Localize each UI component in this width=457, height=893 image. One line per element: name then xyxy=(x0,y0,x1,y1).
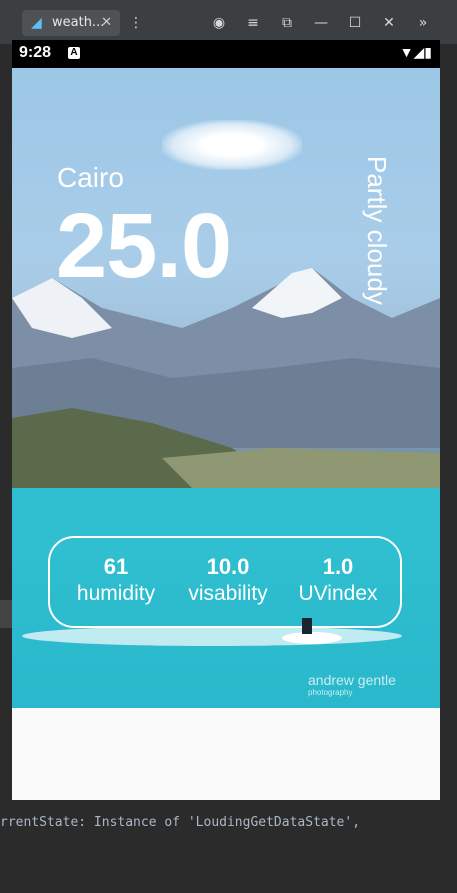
watermark-sub: photography xyxy=(308,688,353,697)
tab-close-icon[interactable]: ✕ xyxy=(101,10,112,36)
ide-divider xyxy=(0,600,12,628)
maximize-icon[interactable]: ☐ xyxy=(344,10,366,36)
overflow-icon[interactable]: » xyxy=(412,10,434,36)
status-bar: 9:28 A ▼◢▮ xyxy=(12,40,440,68)
tab-title: weath... xyxy=(52,15,105,30)
close-icon[interactable]: ✕ xyxy=(378,10,400,36)
uvindex-label: UVindex xyxy=(298,582,378,605)
flutter-icon: ◢ xyxy=(31,15,42,31)
minimize-icon[interactable]: — xyxy=(310,10,332,36)
uvindex-stat: 1.0 UVindex xyxy=(278,554,398,606)
phone-screen: 9:28 A ▼◢▮ Cairo 25.0 Partly cloudy 61 h… xyxy=(12,40,440,800)
humidity-value: 61 xyxy=(103,554,129,579)
visibility-value: 10.0 xyxy=(206,554,250,579)
city-name: Cairo xyxy=(57,162,124,193)
account-icon[interactable]: ◉ xyxy=(208,10,230,36)
watermark-name: andrew gentle xyxy=(308,672,396,688)
emulator-titlebar: ◢ weath... ✕ ⋮ ◉ ≡ ⧉ — ☐ ✕ » xyxy=(0,0,457,44)
status-time: 9:28 xyxy=(19,44,52,61)
humidity-stat: 61 humidity xyxy=(56,554,176,606)
photographer-watermark: andrew gentle photography xyxy=(308,672,396,697)
weather-condition: Partly cloudy xyxy=(362,156,392,305)
notification-icon: A xyxy=(68,47,80,59)
ide-console-line: rrentState: Instance of 'LoudingGetDataS… xyxy=(0,815,361,830)
app-tab[interactable]: ◢ weath... ✕ xyxy=(22,10,120,36)
weather-background: Cairo 25.0 Partly cloudy 61 humidity 10.… xyxy=(12,68,440,708)
list-icon[interactable]: ≡ xyxy=(242,10,264,36)
jetski-wake-image xyxy=(22,618,402,646)
humidity-label: humidity xyxy=(76,582,156,605)
temperature: 25.0 xyxy=(56,195,232,297)
more-menu-icon[interactable]: ⋮ xyxy=(125,10,147,36)
screenshot-icon[interactable]: ⧉ xyxy=(276,10,298,36)
signal-battery-icon: ▼◢▮ xyxy=(399,44,432,60)
visibility-stat: 10.0 visability xyxy=(168,554,288,606)
visibility-label: visability xyxy=(188,582,268,605)
cloud-image xyxy=(162,120,302,170)
uvindex-value: 1.0 xyxy=(322,554,354,579)
